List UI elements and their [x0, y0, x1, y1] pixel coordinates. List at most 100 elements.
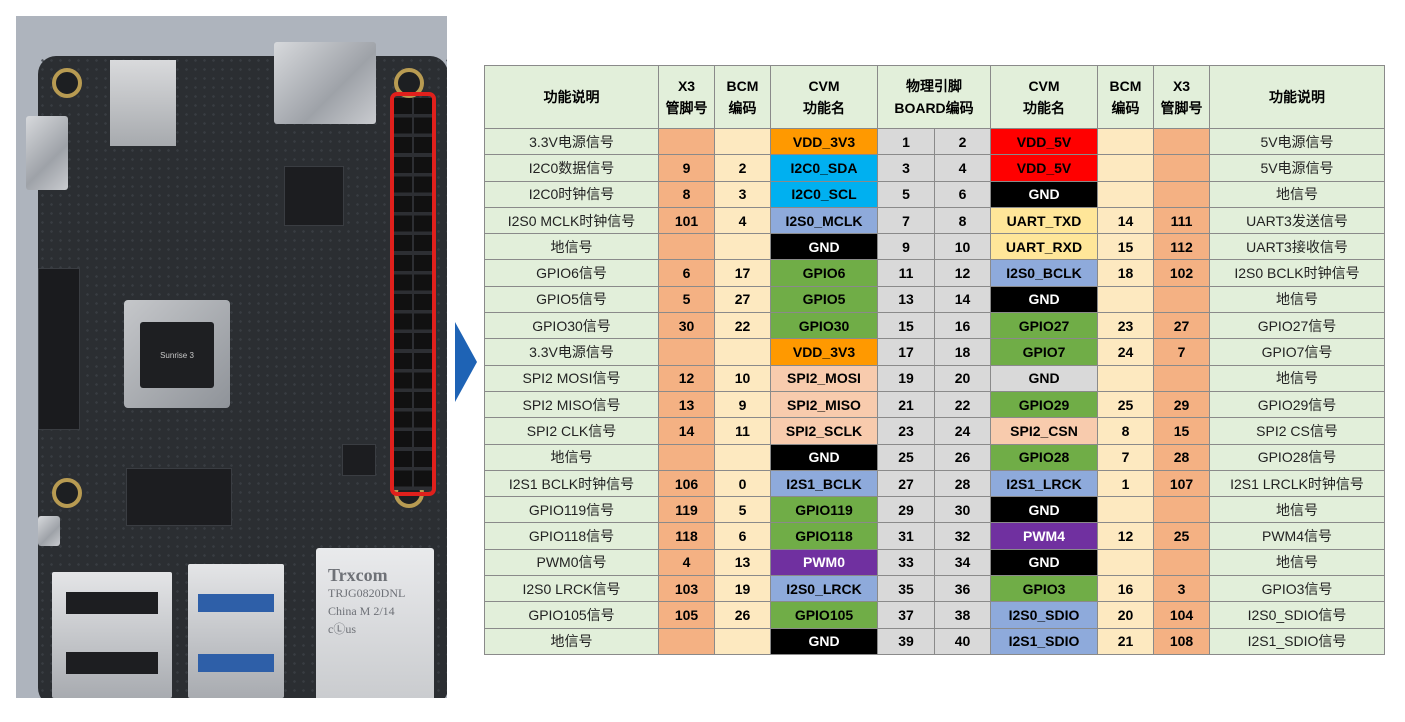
pmic-chip — [342, 444, 376, 476]
usb-c-port — [26, 116, 68, 190]
physical-pin-odd: 23 — [877, 417, 935, 445]
header-left-x3: X3 管脚号 — [658, 65, 715, 129]
header-left-cvm: CVM 功能名 — [770, 65, 878, 129]
left-bcm-cell: 2 — [714, 154, 771, 182]
left-cvm-cell: GPIO5 — [770, 285, 878, 314]
left-desc-cell: I2C0时钟信号 — [484, 180, 659, 208]
physical-pin-even: 30 — [934, 496, 991, 524]
left-cvm-cell: I2S0_MCLK — [770, 206, 878, 235]
right-desc-cell: 地信号 — [1209, 364, 1385, 392]
header-left-bcm: BCM 编码 — [714, 65, 771, 129]
right-cvm-cell: GND — [990, 180, 1098, 208]
right-cvm-cell: UART_RXD — [990, 233, 1098, 261]
left-desc-cell: GPIO30信号 — [484, 312, 659, 340]
physical-pin-odd: 37 — [877, 601, 935, 629]
hdmi-port — [274, 42, 376, 124]
physical-pin-even: 24 — [934, 417, 991, 445]
right-x3-cell — [1153, 496, 1210, 524]
table-row: 地信号 GND 39 40 I2S1_SDIO 21 108 I2S1_SDIO信号 — [484, 627, 1385, 655]
rj45-cert: cⓁus — [328, 622, 356, 636]
physical-pin-even: 6 — [934, 180, 991, 208]
physical-pin-even: 20 — [934, 364, 991, 392]
right-cvm-cell: GPIO27 — [990, 312, 1098, 340]
header-right-x3: X3 管脚号 — [1153, 65, 1210, 129]
left-bcm-cell: 19 — [714, 575, 771, 603]
right-bcm-cell: 7 — [1097, 443, 1154, 471]
left-desc-cell: GPIO6信号 — [484, 259, 659, 287]
physical-pin-odd: 33 — [877, 548, 935, 577]
left-cvm-cell: GPIO118 — [770, 522, 878, 550]
right-bcm-cell: 16 — [1097, 575, 1154, 603]
table-row: 3.3V电源信号 VDD_3V3 17 18 GPIO7 24 7 GPIO7信号 — [484, 338, 1385, 366]
physical-pin-even: 32 — [934, 522, 991, 550]
left-cvm-cell: I2S1_BCLK — [770, 469, 878, 498]
header-highlight-box — [390, 92, 436, 496]
left-bcm-cell: 3 — [714, 180, 771, 208]
left-cvm-cell: GND — [770, 627, 878, 655]
physical-pin-odd: 19 — [877, 364, 935, 392]
left-x3-cell — [658, 338, 715, 366]
physical-pin-odd: 13 — [877, 285, 935, 314]
left-x3-cell: 118 — [658, 522, 715, 550]
table-row: GPIO119信号 119 5 GPIO119 29 30 GND 地信号 — [484, 496, 1385, 524]
table-row: GPIO6信号 6 17 GPIO6 11 12 I2S0_BCLK 18 102 I2S0 BC… — [484, 259, 1385, 287]
physical-pin-odd: 3 — [877, 154, 935, 182]
physical-pin-even: 26 — [934, 443, 991, 471]
right-x3-cell: 111 — [1153, 206, 1210, 235]
left-desc-cell: I2S1 BCLK时钟信号 — [484, 469, 659, 498]
right-desc-cell: 5V电源信号 — [1209, 154, 1385, 182]
left-cvm-cell: GPIO6 — [770, 259, 878, 287]
right-x3-cell — [1153, 180, 1210, 208]
left-bcm-cell: 4 — [714, 206, 771, 235]
table-row: SPI2 CLK信号 14 11 SPI2_SCLK 23 24 SPI2_CSN 8 15 SP… — [484, 417, 1385, 445]
right-bcm-cell: 20 — [1097, 601, 1154, 629]
physical-pin-even: 38 — [934, 601, 991, 629]
right-x3-cell: 102 — [1153, 259, 1210, 287]
table-row: I2S0 MCLK时钟信号 101 4 I2S0_MCLK 7 8 UART_TXD 14 11… — [484, 206, 1385, 235]
right-cvm-cell: GPIO29 — [990, 390, 1098, 419]
physical-pin-even: 40 — [934, 627, 991, 655]
left-bcm-cell: 22 — [714, 312, 771, 340]
soc-chip: Sunrise 3 — [140, 322, 214, 388]
right-bcm-cell: 21 — [1097, 627, 1154, 655]
right-desc-cell: GPIO28信号 — [1209, 443, 1385, 471]
left-cvm-cell: I2S0_LRCK — [770, 575, 878, 603]
left-bcm-cell: 26 — [714, 601, 771, 629]
left-desc-cell: SPI2 MISO信号 — [484, 390, 659, 419]
table-row: I2C0时钟信号 8 3 I2C0_SCL 5 6 GND 地信号 — [484, 180, 1385, 208]
left-cvm-cell: I2C0_SDA — [770, 154, 878, 182]
right-desc-cell: PWM4信号 — [1209, 522, 1385, 550]
left-x3-cell: 101 — [658, 206, 715, 235]
right-bcm-cell: 1 — [1097, 469, 1154, 498]
table-row: GPIO105信号 105 26 GPIO105 37 38 I2S0_SDIO 20 104 I… — [484, 601, 1385, 629]
right-x3-cell: 15 — [1153, 417, 1210, 445]
left-x3-cell — [658, 127, 715, 156]
left-cvm-cell: GND — [770, 443, 878, 471]
right-cvm-cell: I2S0_BCLK — [990, 259, 1098, 287]
left-desc-cell: GPIO118信号 — [484, 522, 659, 550]
table-row: GPIO118信号 118 6 GPIO118 31 32 PWM4 12 25 PWM4信号 — [484, 522, 1385, 550]
left-cvm-cell: PWM0 — [770, 548, 878, 577]
right-cvm-cell: VDD_5V — [990, 154, 1098, 182]
left-bcm-cell: 13 — [714, 548, 771, 577]
usb-port-left — [52, 572, 172, 698]
left-bcm-cell: 0 — [714, 469, 771, 498]
left-cvm-cell: SPI2_SCLK — [770, 417, 878, 445]
right-x3-cell: 25 — [1153, 522, 1210, 550]
right-cvm-cell: I2S1_LRCK — [990, 469, 1098, 498]
right-x3-cell — [1153, 127, 1210, 156]
physical-pin-odd: 9 — [877, 233, 935, 261]
right-x3-cell: 29 — [1153, 390, 1210, 419]
header-right-cvm: CVM 功能名 — [990, 65, 1098, 129]
right-bcm-cell: 18 — [1097, 259, 1154, 287]
mipi-connector — [38, 268, 80, 430]
right-desc-cell: UART3接收信号 — [1209, 233, 1385, 261]
left-cvm-cell: GPIO105 — [770, 601, 878, 629]
physical-pin-odd: 5 — [877, 180, 935, 208]
left-bcm-cell: 27 — [714, 285, 771, 314]
left-x3-cell: 12 — [658, 364, 715, 392]
right-x3-cell: 107 — [1153, 469, 1210, 498]
left-desc-cell: SPI2 CLK信号 — [484, 417, 659, 445]
table-row: 地信号 GND 25 26 GPIO28 7 28 GPIO28信号 — [484, 443, 1385, 471]
left-x3-cell: 105 — [658, 601, 715, 629]
